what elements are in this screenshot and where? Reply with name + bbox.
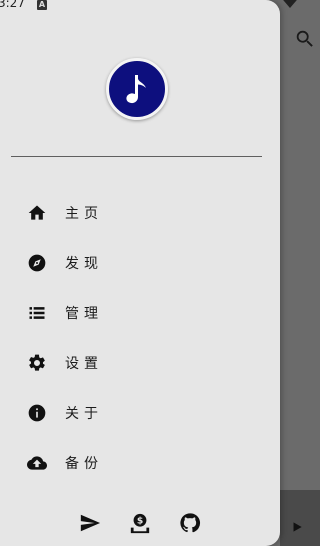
cloud-upload-icon [27,453,47,473]
status-time: 3:27 [0,0,25,10]
search-icon [296,30,313,47]
notification-badge: A [37,0,47,10]
send-icon[interactable] [78,511,102,535]
menu-label-about: 关于 [65,406,103,422]
drawer-divider [11,156,262,157]
play-icon[interactable] [290,520,304,534]
menu-item-manage[interactable]: 管理 [0,288,280,338]
drawer-menu: 主页 发现 管理 设置 关于 备份 [0,188,280,488]
gear-icon [27,353,47,373]
music-note-icon [126,75,146,104]
compass-icon [27,253,47,273]
menu-item-home[interactable]: 主页 [0,188,280,238]
list-icon [27,303,47,323]
navigation-drawer: 主页 发现 管理 设置 关于 备份 $ [0,0,280,546]
menu-label-discover: 发现 [65,256,103,272]
menu-label-settings: 设置 [65,356,103,372]
app-logo [106,58,168,120]
svg-text:$: $ [137,515,143,526]
menu-item-about[interactable]: 关于 [0,388,280,438]
menu-label-manage: 管理 [65,306,103,322]
mini-player-bar[interactable] [280,490,320,546]
github-icon[interactable] [178,511,202,535]
menu-label-backup: 备份 [65,456,103,472]
home-icon [27,203,47,223]
donate-icon[interactable]: $ [128,511,152,535]
info-icon [27,403,47,423]
signal-icon [283,0,297,8]
menu-item-discover[interactable]: 发现 [0,238,280,288]
menu-label-home: 主页 [65,206,103,222]
menu-item-settings[interactable]: 设置 [0,338,280,388]
menu-item-backup[interactable]: 备份 [0,438,280,488]
drawer-footer: $ [0,508,280,538]
